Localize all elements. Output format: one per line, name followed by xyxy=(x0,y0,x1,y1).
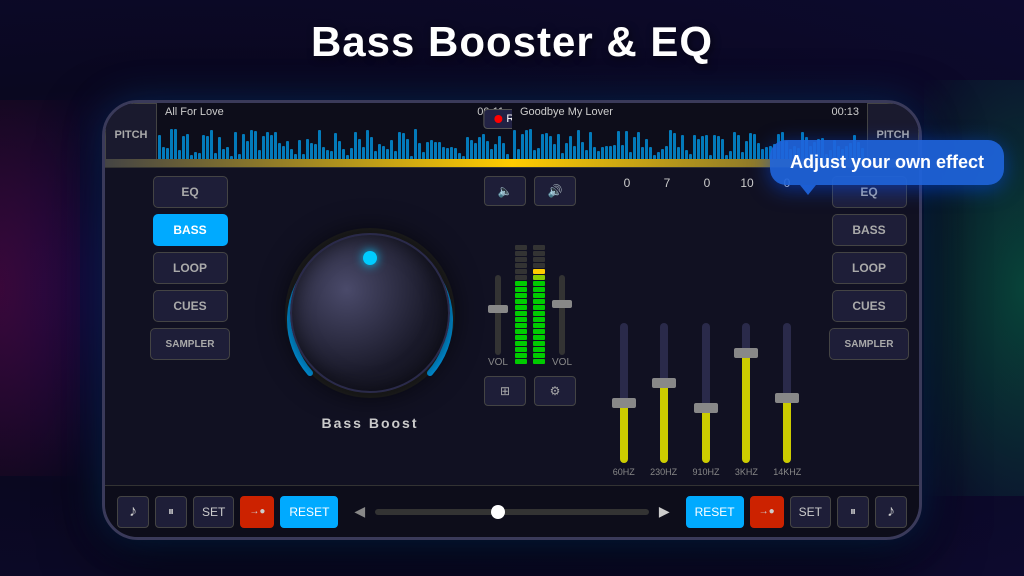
fader-thumb-right[interactable] xyxy=(552,300,572,308)
vu-meter-1 xyxy=(532,245,546,364)
set-btn-right[interactable]: SET xyxy=(790,496,831,528)
eq-fader-fill-4 xyxy=(783,398,791,463)
vol-fader-right: VOL xyxy=(552,275,572,368)
eq-fader-fill-0 xyxy=(620,403,628,463)
fader-thumb-left[interactable] xyxy=(488,305,508,313)
progress-thumb[interactable] xyxy=(491,505,505,519)
icon-btn-settings[interactable]: ⚙ xyxy=(534,376,576,406)
cues-button-left[interactable]: CUES xyxy=(153,290,228,322)
sampler-button-right[interactable]: SAMPLER xyxy=(829,328,909,360)
center-panel: 🔈 🔊 VOL xyxy=(465,168,595,485)
eq-fader-thumb-0[interactable] xyxy=(612,398,636,408)
time-right: 00:13 xyxy=(831,106,859,118)
eq-value-2: 0 xyxy=(687,176,727,190)
eq-fader-fill-3 xyxy=(742,353,750,463)
knob-area: Bass Boost xyxy=(275,168,465,485)
play-btn[interactable]: ▶ xyxy=(655,499,674,524)
transport-left: ♪ ⏸ SET →● RESET xyxy=(117,496,338,528)
bass-button-left[interactable]: BASS xyxy=(153,214,228,246)
vu-meters xyxy=(514,214,546,364)
knob-container xyxy=(280,223,460,403)
vol-icon-right[interactable]: 🔊 xyxy=(534,176,576,206)
eq-fader-col-1: 230HZ xyxy=(650,323,677,477)
loop-button-right[interactable]: LOOP xyxy=(832,252,907,284)
eq-panel: 070100 60HZ230HZ910HZ3KHZ14KHZ xyxy=(595,168,819,485)
sampler-button-left[interactable]: SAMPLER xyxy=(150,328,230,360)
knob[interactable] xyxy=(290,233,450,393)
loop-button-left[interactable]: LOOP xyxy=(153,252,228,284)
eq-fader-thumb-2[interactable] xyxy=(694,403,718,413)
set-btn-left[interactable]: SET xyxy=(193,496,234,528)
eq-fader-col-3: 3KHZ xyxy=(735,323,758,477)
eq-sliders: 60HZ 230HZ 910HZ 3KHZ 14KHZ xyxy=(607,198,807,477)
vol-label-right: VOL xyxy=(552,357,572,368)
eq-fader-track-2[interactable] xyxy=(702,323,710,463)
tooltip-bubble: Adjust your own effect xyxy=(770,140,1004,185)
eq-fader-col-2: 910HZ xyxy=(692,323,719,477)
vol-label-left: VOL xyxy=(488,357,508,368)
track-name-left: All For Love xyxy=(165,106,224,118)
pitch-btn-left[interactable]: PITCH xyxy=(105,103,157,167)
bass-button-right[interactable]: BASS xyxy=(832,214,907,246)
eq-freq-label-1: 230HZ xyxy=(650,467,677,477)
fader-track-right[interactable] xyxy=(559,275,565,355)
vu-meter-0 xyxy=(514,245,528,364)
eq-fader-track-1[interactable] xyxy=(660,323,668,463)
music-btn-left[interactable]: ♪ xyxy=(117,496,149,528)
prev-arrow[interactable]: ◀ xyxy=(350,499,369,524)
track-name-right: Goodbye My Lover xyxy=(520,106,613,118)
pause-btn-right[interactable]: ⏸ xyxy=(837,496,869,528)
transport-right: RESET →● SET ⏸ ♪ xyxy=(686,496,907,528)
vol-controls: 🔈 🔊 xyxy=(484,176,576,206)
main-content: EQ BASS LOOP CUES SAMPLER Bass Boost xyxy=(105,168,919,485)
vu-fader-area: VOL VOL xyxy=(488,214,572,368)
knob-label: Bass Boost xyxy=(321,415,418,431)
eq-freq-label-0: 60HZ xyxy=(613,467,635,477)
tooltip-text: Adjust your own effect xyxy=(790,152,984,172)
icon-btn-grid[interactable]: ⊞ xyxy=(484,376,526,406)
eq-fader-fill-1 xyxy=(660,383,668,463)
eq-value-1: 7 xyxy=(647,176,687,190)
eq-fader-fill-2 xyxy=(702,408,710,463)
eq-value-0: 0 xyxy=(607,176,647,190)
transport-center: ◀ ▶ xyxy=(338,499,685,524)
eq-fader-track-3[interactable] xyxy=(742,323,750,463)
left-panel: EQ BASS LOOP CUES SAMPLER xyxy=(105,168,275,485)
arrow-rec-btn-right[interactable]: →● xyxy=(750,496,784,528)
eq-button-left[interactable]: EQ xyxy=(153,176,228,208)
rec-dot xyxy=(494,115,502,123)
right-panel: EQ BASS LOOP CUES SAMPLER xyxy=(819,168,919,485)
waveform-left: All For Love 00:11 xyxy=(157,103,512,167)
eq-value-3: 10 xyxy=(727,176,767,190)
icon-buttons: ⊞ ⚙ xyxy=(484,376,576,406)
eq-fader-thumb-1[interactable] xyxy=(652,378,676,388)
pause-btn-left[interactable]: ⏸ xyxy=(155,496,187,528)
arrow-rec-btn-left[interactable]: →● xyxy=(240,496,274,528)
eq-fader-col-0: 60HZ xyxy=(613,323,635,477)
fader-track-left[interactable] xyxy=(495,275,501,355)
cues-button-right[interactable]: CUES xyxy=(832,290,907,322)
reset-btn-right[interactable]: RESET xyxy=(686,496,744,528)
eq-fader-track-0[interactable] xyxy=(620,323,628,463)
eq-fader-thumb-4[interactable] xyxy=(775,393,799,403)
eq-fader-track-4[interactable] xyxy=(783,323,791,463)
reset-btn-left[interactable]: RESET xyxy=(280,496,338,528)
transport-bar: ♪ ⏸ SET →● RESET ◀ ▶ RESET →● SET ⏸ ♪ xyxy=(105,485,919,537)
eq-freq-label-2: 910HZ xyxy=(692,467,719,477)
eq-freq-label-4: 14KHZ xyxy=(773,467,801,477)
vol-fader-left: VOL xyxy=(488,275,508,368)
page-title: Bass Booster & EQ xyxy=(0,18,1024,66)
vol-icon-left[interactable]: 🔈 xyxy=(484,176,526,206)
eq-freq-label-3: 3KHZ xyxy=(735,467,758,477)
eq-fader-thumb-3[interactable] xyxy=(734,348,758,358)
progress-track[interactable] xyxy=(375,509,649,515)
music-btn-right[interactable]: ♪ xyxy=(875,496,907,528)
eq-fader-col-4: 14KHZ xyxy=(773,323,801,477)
